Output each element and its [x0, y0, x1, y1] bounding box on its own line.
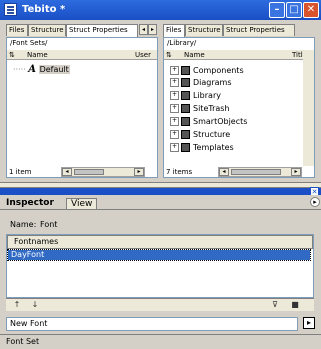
tree-item-label: Diagrams — [193, 78, 232, 87]
left-path: /Font Sets/ — [10, 39, 48, 47]
right-pane: /Library/ ⇅ Name Title + Components + Diag… — [163, 37, 315, 178]
inspector-tabstrip: Inspector View ▸ — [0, 195, 321, 210]
hscroll-thumb[interactable] — [231, 169, 281, 175]
add-arrow-icon[interactable]: ▸ — [303, 317, 315, 329]
left-status: 1 item — [9, 168, 32, 176]
tab-inspector[interactable]: Inspector — [6, 198, 54, 208]
expand-icon[interactable]: + — [170, 117, 179, 126]
trash-icon[interactable]: ■ — [288, 300, 302, 310]
folder-icon — [181, 91, 190, 100]
right-status: 7 items — [166, 168, 193, 176]
tab-files-left[interactable]: Files — [6, 24, 28, 36]
tree-item-label: Structure — [193, 130, 231, 139]
sort-down-icon[interactable]: ⊽ — [268, 300, 282, 310]
tree-item-label: Components — [193, 66, 244, 75]
tree-item-label: Library — [193, 91, 221, 100]
expand-icon[interactable]: + — [170, 143, 179, 152]
fontnames-header[interactable]: Fontnames — [7, 235, 313, 249]
expand-icon[interactable]: + — [170, 91, 179, 100]
list-item-dayfont[interactable]: DayFont — [7, 249, 311, 261]
app-icon — [4, 3, 17, 16]
inspector-titlebar: ✕ — [0, 187, 321, 196]
scroll-right-arrow-icon[interactable]: ▸ — [291, 168, 301, 176]
left-hscrollbar[interactable]: ◂ ▸ — [61, 167, 145, 177]
left-tabstrip: Files Structure Struct Properties ◂ ▸ — [6, 24, 158, 37]
tree-item-label: SiteTrash — [193, 104, 230, 113]
scroll-right-arrow-icon[interactable]: ▸ — [134, 168, 144, 176]
folder-icon — [181, 130, 190, 139]
scroll-left-arrow-icon[interactable]: ◂ — [62, 168, 72, 176]
tab-scroll-right-icon[interactable]: ▸ — [148, 24, 157, 35]
folder-icon — [181, 104, 190, 113]
folder-icon — [181, 143, 190, 152]
column-name[interactable]: Name — [184, 50, 205, 60]
folder-icon — [181, 78, 190, 87]
expand-icon[interactable]: + — [170, 130, 179, 139]
tab-scroll-left-icon[interactable]: ◂ — [139, 24, 148, 35]
move-down-icon[interactable]: ↓ — [28, 300, 42, 310]
folder-icon — [181, 117, 190, 126]
tree-item[interactable]: + Templates — [170, 142, 234, 154]
scroll-left-arrow-icon[interactable]: ◂ — [219, 168, 229, 176]
tree-item-label: SmartObjects — [193, 117, 248, 126]
tab-struct-properties-right[interactable]: Struct Properties — [223, 24, 295, 36]
close-button[interactable]: ✕ — [303, 2, 319, 18]
tab-structure-left[interactable]: Structure — [28, 24, 66, 36]
inspector-menu-icon[interactable]: ▸ — [310, 197, 320, 207]
expand-icon[interactable]: + — [170, 78, 179, 87]
left-column-header: ⇅ Name User — [7, 49, 157, 60]
list-toolbar: ↑ ↓ ⊽ ■ — [6, 298, 314, 311]
column-user[interactable]: User — [135, 50, 151, 60]
right-tabstrip: Files Structure Struct Properties — [163, 24, 315, 37]
right-path: /Library/ — [167, 39, 197, 47]
tab-struct-properties-left[interactable]: Struct Properties — [66, 24, 138, 37]
new-font-input[interactable]: New Font — [6, 317, 298, 331]
tree-item[interactable]: + SiteTrash — [170, 103, 230, 115]
status-text: Font Set — [6, 337, 40, 346]
sort-icon[interactable]: ⇅ — [166, 50, 172, 60]
fontnames-list: Fontnames DayFont — [6, 234, 314, 298]
move-up-icon[interactable]: ↑ — [10, 300, 24, 310]
tree-item[interactable]: + Structure — [170, 129, 230, 141]
column-name[interactable]: Name — [27, 50, 48, 60]
name-value: Font — [40, 220, 58, 229]
tree-item[interactable]: + Components — [170, 65, 244, 77]
tree-item-default[interactable]: ····· A Default — [13, 64, 70, 76]
tree-item[interactable]: + SmartObjects — [170, 116, 247, 128]
right-hscrollbar[interactable]: ◂ ▸ — [218, 167, 302, 177]
name-label: Name: — [10, 220, 37, 229]
tree-item-label: Templates — [193, 143, 234, 152]
tab-structure-right[interactable]: Structure — [185, 24, 223, 36]
right-column-header: ⇅ Name Title — [164, 49, 314, 60]
font-a-icon: A — [28, 64, 37, 75]
status-bar: Font Set — [0, 334, 321, 349]
tree-item[interactable]: + Diagrams — [170, 77, 232, 89]
minimize-button[interactable]: – — [269, 2, 285, 18]
hscroll-thumb[interactable] — [74, 169, 104, 175]
left-pane: /Font Sets/ ⇅ Name User ····· A Default … — [6, 37, 158, 178]
title-bar: Tebito * – □ ✕ — [0, 0, 321, 20]
tab-files-right[interactable]: Files — [163, 24, 185, 37]
expand-icon[interactable]: + — [170, 104, 179, 113]
sort-icon[interactable]: ⇅ — [9, 50, 15, 60]
right-vscrollbar[interactable] — [303, 50, 314, 166]
tab-view[interactable]: View — [66, 198, 98, 210]
tree-item-label: Default — [38, 65, 70, 74]
expand-icon[interactable]: + — [170, 66, 179, 75]
folder-icon — [181, 66, 190, 75]
maximize-button[interactable]: □ — [286, 2, 302, 18]
window-title: Tebito * — [22, 4, 66, 15]
tree-item[interactable]: + Library — [170, 90, 221, 102]
